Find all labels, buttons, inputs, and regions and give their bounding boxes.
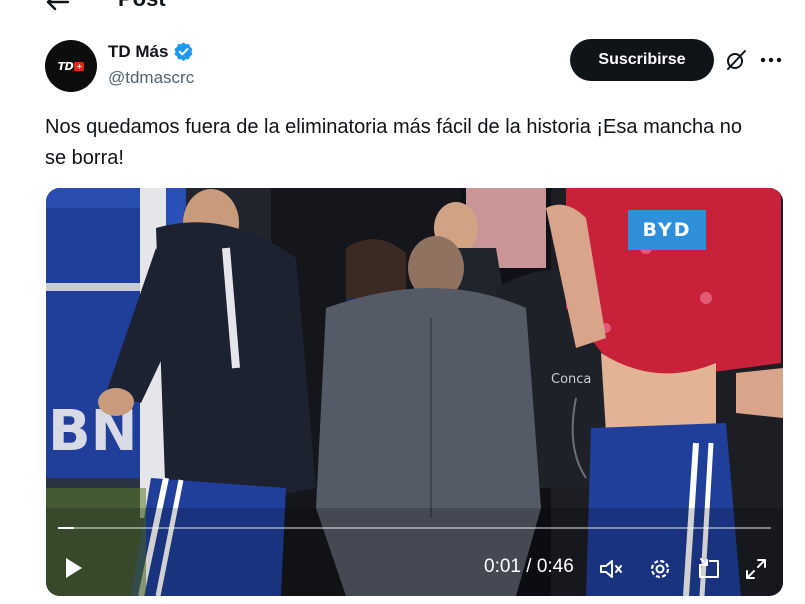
author-handle[interactable]: @tdmascrc: [108, 68, 194, 88]
more-icon[interactable]: [760, 56, 782, 64]
avatar-logo: TD +: [58, 60, 85, 73]
page-title: Post: [118, 0, 166, 12]
subscribe-button[interactable]: Suscribirse: [570, 39, 714, 81]
pip-icon[interactable]: [696, 556, 722, 582]
settings-icon[interactable]: [647, 556, 673, 582]
avatar-logo-text: TD: [57, 59, 74, 73]
video-time: 0:01 / 0:46: [484, 556, 574, 577]
tweet-text: Nos quedamos fuera de la eliminatoria má…: [45, 116, 743, 169]
avatar-logo-plus: +: [74, 61, 85, 71]
fullscreen-icon[interactable]: [743, 556, 769, 582]
sponsor-badge: BYD: [628, 210, 706, 250]
author-name-text[interactable]: TD Más: [108, 42, 168, 62]
top-bar: Post: [0, 0, 805, 16]
avatar[interactable]: TD +: [45, 40, 97, 92]
grok-icon[interactable]: [724, 48, 748, 72]
arrow-left-icon[interactable]: [44, 0, 70, 12]
author-name[interactable]: TD Más: [108, 41, 194, 62]
verified-badge-icon[interactable]: [173, 41, 194, 62]
play-icon[interactable]: [62, 554, 86, 582]
svg-text:Conca: Conca: [551, 372, 591, 387]
video-progress-fill: [58, 527, 74, 529]
video-progress-bar[interactable]: [58, 527, 771, 529]
mute-icon[interactable]: [598, 556, 624, 582]
video-player[interactable]: BN Conca BYD 0:01 / 0:46: [46, 188, 783, 596]
